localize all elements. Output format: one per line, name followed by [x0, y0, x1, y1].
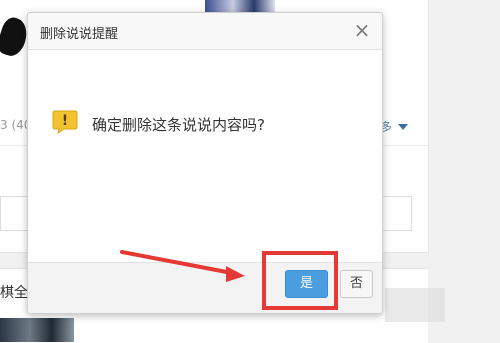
post-image-bottom — [0, 318, 74, 342]
dialog-title: 删除说说提醒 — [40, 27, 119, 42]
annotation-highlight-box — [262, 251, 338, 310]
close-icon[interactable]: × — [352, 19, 372, 41]
caret-down-icon — [398, 124, 408, 130]
watermark — [385, 288, 445, 322]
no-button[interactable]: 否 — [340, 270, 373, 298]
confirm-message: 确定删除这条说说内容吗? — [92, 116, 265, 134]
post-author-name[interactable]: 棋全 — [0, 282, 28, 302]
warning-icon: ! — [52, 110, 78, 134]
warning-glyph: ! — [62, 113, 68, 129]
dialog-header: 删除说说提醒 × — [28, 13, 382, 50]
dialog-body: ! 确定删除这条说说内容吗? — [28, 50, 382, 274]
